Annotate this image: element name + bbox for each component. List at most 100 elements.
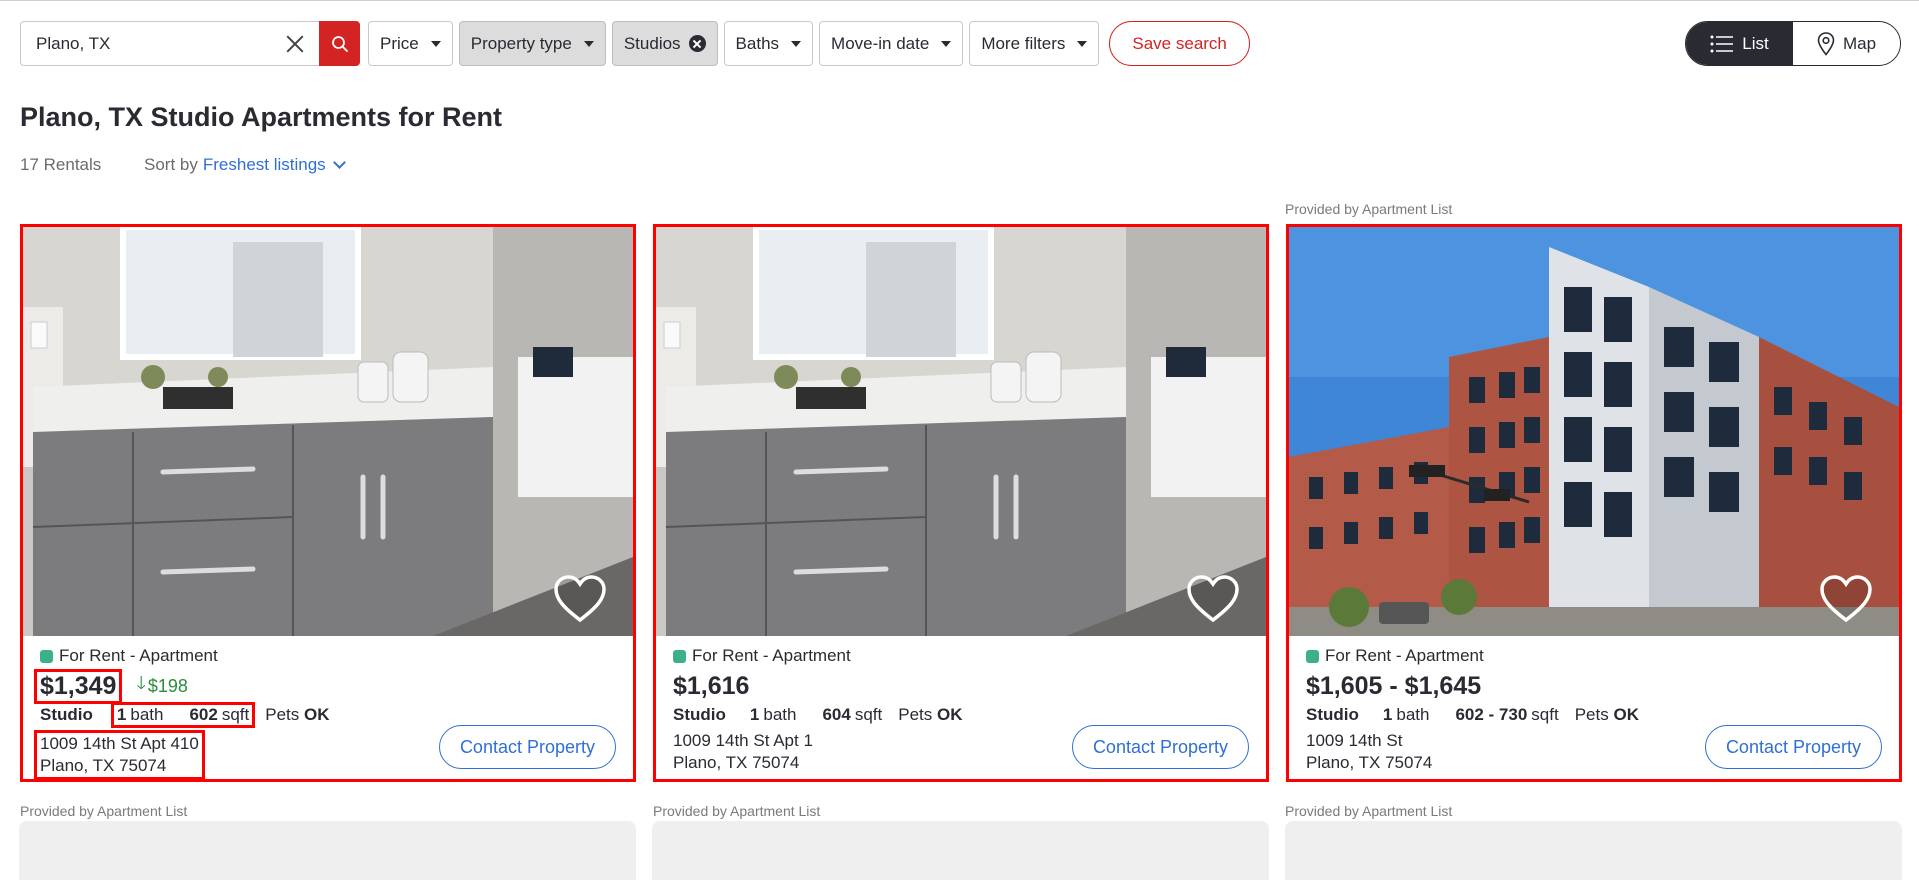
bathroom-vanity-image	[656, 227, 1266, 636]
page-title: Plano, TX Studio Apartments for Rent	[20, 102, 503, 132]
listing-card[interactable]: For Rent - Apartment $1,605 - $1,645 Stu…	[1286, 224, 1902, 782]
baths-filter-label: Baths	[735, 33, 780, 53]
sqft-num: 604	[822, 705, 851, 724]
search-button[interactable]	[319, 21, 360, 66]
baths-num: 1	[116, 705, 127, 724]
listing-photo[interactable]	[656, 227, 1266, 636]
baths-sqft: 1 bath 602 - 730 sqft	[1383, 705, 1559, 725]
favorite-heart-icon[interactable]	[553, 574, 607, 624]
sqft-unit: sqft	[221, 705, 250, 724]
save-search-button[interactable]: Save search	[1109, 21, 1250, 66]
listing-details: Studio 1 bath 604 sqft Pets OK	[673, 703, 1249, 727]
property-type-filter-button[interactable]: Property type	[458, 21, 606, 66]
pets-value: OK	[1613, 705, 1639, 724]
brick-apartment-building-image	[1289, 227, 1899, 636]
beds-value: Studio	[673, 705, 726, 724]
price-row: $1,605 - $1,645	[1306, 671, 1882, 701]
more-filters-label: More filters	[981, 33, 1066, 53]
baths-unit: bath	[763, 705, 797, 724]
list-icon	[1710, 35, 1734, 52]
bathroom-vanity-image	[23, 227, 633, 636]
sqft-num: 602	[189, 705, 218, 724]
beds-value: Studio	[1306, 705, 1359, 724]
pets-label: Pets	[898, 705, 933, 724]
provided-by-label: Provided by Apartment List	[1285, 803, 1453, 819]
contact-property-button[interactable]: Contact Property	[438, 725, 616, 769]
price-row: $1,349 🡓 $198	[34, 668, 616, 704]
favorite-heart-icon[interactable]	[1186, 574, 1240, 624]
listing-address[interactable]: 1009 14th St Plano, TX 75074	[1306, 730, 1432, 774]
studios-filter-label: Studios	[623, 33, 681, 53]
listing-address[interactable]: 1009 14th St Apt 1 Plano, TX 75074	[673, 730, 813, 774]
baths-sqft: 1 bath 604 sqft	[750, 705, 882, 725]
beds-value: Studio	[40, 705, 93, 724]
baths-unit: bath	[1396, 705, 1430, 724]
listing-card-placeholder	[19, 821, 636, 880]
price-row: $1,616	[673, 671, 1249, 701]
status-indicator-icon	[673, 649, 686, 663]
sort-label: Sort by	[144, 155, 198, 174]
address-line-1: 1009 14th St Apt 1	[673, 731, 813, 750]
provided-by-label: Provided by Apartment List	[1285, 201, 1453, 217]
caret-down-icon	[430, 40, 441, 47]
listing-details: Studio 1 bath 602 - 730 sqft Pets OK	[1306, 703, 1882, 727]
listing-details: Studio 1 bath 602 sqft Pets OK	[40, 702, 616, 728]
chevron-down-icon[interactable]	[332, 156, 346, 169]
filter-bar: Plano, TX Price Property type Studios Ba…	[20, 21, 1250, 66]
pets-label: Pets	[265, 705, 300, 724]
top-divider	[0, 0, 1919, 1]
baths-num: 1	[1382, 705, 1393, 724]
baths-filter-button[interactable]: Baths	[723, 21, 814, 66]
listing-status: For Rent - Apartment	[40, 645, 616, 667]
pets-value: OK	[937, 705, 963, 724]
search-icon	[331, 35, 348, 52]
price-filter-button[interactable]: Price	[368, 21, 453, 66]
search-input-value[interactable]: Plano, TX	[36, 34, 285, 54]
price-filter-label: Price	[380, 33, 419, 53]
listing-card-placeholder	[1285, 821, 1902, 880]
listing-status-label: For Rent - Apartment	[59, 646, 218, 665]
baths-num: 1	[749, 705, 760, 724]
move-in-date-filter-button[interactable]: Move-in date	[819, 21, 964, 66]
status-indicator-icon	[40, 649, 53, 663]
provided-by-label: Provided by Apartment List	[653, 803, 821, 819]
remove-filter-icon[interactable]	[688, 35, 706, 52]
baths-sqft: 1 bath 602 sqft	[110, 702, 256, 728]
listing-photo[interactable]	[23, 227, 633, 636]
sqft-unit: sqft	[1531, 705, 1559, 724]
listing-card-placeholder	[652, 821, 1269, 880]
listing-status-label: For Rent - Apartment	[692, 646, 851, 665]
clear-search-icon[interactable]	[285, 34, 305, 54]
baths-unit: bath	[130, 705, 164, 724]
listing-status: For Rent - Apartment	[673, 645, 1249, 667]
listing-card[interactable]: For Rent - Apartment $1,349 🡓 $198 Studi…	[20, 224, 636, 782]
studios-filter-chip[interactable]: Studios	[611, 21, 718, 66]
caret-down-icon	[1077, 40, 1088, 47]
address-line-1: 1009 14th St Apt 410	[40, 734, 199, 753]
map-view-label: Map	[1842, 33, 1877, 53]
contact-property-button[interactable]: Contact Property	[1704, 725, 1882, 769]
more-filters-button[interactable]: More filters	[969, 21, 1100, 66]
arrow-down-icon: 🡓	[136, 673, 146, 693]
pets-label: Pets	[1574, 705, 1609, 724]
listing-address[interactable]: 1009 14th St Apt 410 Plano, TX 75074	[34, 730, 205, 780]
listing-photo[interactable]	[1289, 227, 1899, 636]
listing-status: For Rent - Apartment	[1306, 645, 1882, 667]
listing-price: $1,616	[673, 671, 750, 700]
favorite-heart-icon[interactable]	[1819, 574, 1873, 624]
list-view-button[interactable]: List	[1686, 22, 1793, 65]
listing-card[interactable]: For Rent - Apartment $1,616 Studio 1 bat…	[653, 224, 1269, 782]
address-line-2: Plano, TX 75074	[673, 753, 800, 772]
price-drop-amount: $198	[147, 675, 188, 696]
sort-dropdown[interactable]: Freshest listings	[203, 155, 326, 175]
caret-down-icon	[791, 40, 802, 47]
map-pin-icon	[1817, 31, 1835, 56]
listing-price: $1,605 - $1,645	[1306, 671, 1482, 700]
sqft-num: 602 - 730	[1455, 705, 1528, 724]
map-view-button[interactable]: Map	[1793, 22, 1900, 65]
sort-control: Sort by Freshest listings	[144, 155, 346, 175]
address-line-1: 1009 14th St	[1306, 731, 1403, 750]
listing-price: $1,349	[34, 668, 123, 704]
search-input[interactable]: Plano, TX	[20, 21, 319, 66]
contact-property-button[interactable]: Contact Property	[1071, 725, 1249, 769]
